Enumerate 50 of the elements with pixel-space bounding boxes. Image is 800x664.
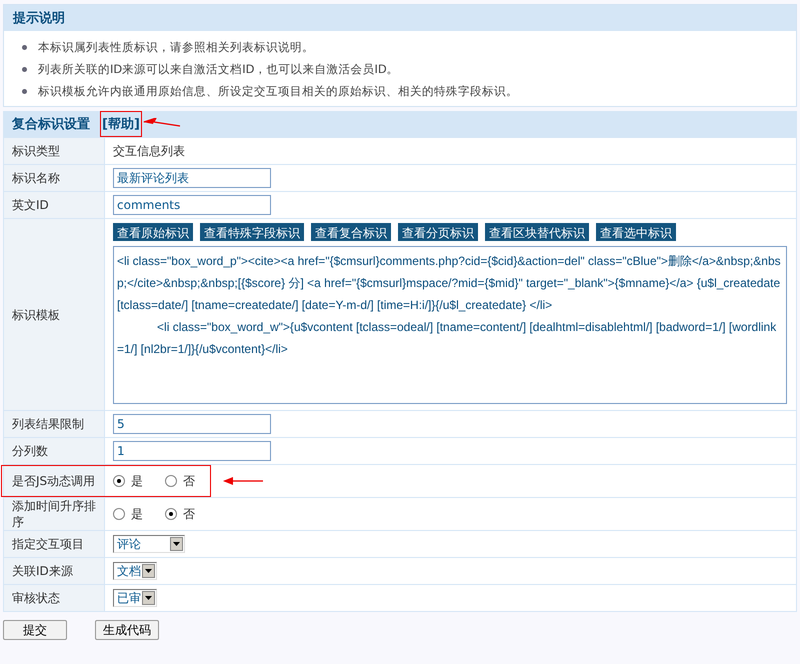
dropdown[interactable]: 已审 [113, 589, 157, 607]
help-link[interactable]: [帮助] [102, 117, 140, 132]
row-label: 指定交互项目 [4, 530, 104, 558]
caret-icon [142, 591, 155, 605]
view-tag-button[interactable]: 查看分页标识 [398, 223, 478, 241]
annotation-arrow [223, 476, 263, 486]
radio-label: 是 [131, 472, 143, 490]
row-label: 英文ID [4, 192, 104, 218]
input-field[interactable]: 1 [113, 441, 271, 461]
radio-label: 否 [183, 506, 195, 522]
row-label: 添加时间升序排序 [4, 498, 104, 530]
dropdown[interactable]: 评论 [113, 535, 185, 553]
row-label: 列表结果限制 [4, 410, 104, 438]
bullet-icon [22, 66, 27, 72]
form-button[interactable]: 生成代码 [95, 620, 159, 640]
input-field[interactable]: 最新评论列表 [113, 168, 271, 188]
field-value: 交互信息列表 [113, 144, 185, 158]
view-tag-button[interactable]: 查看区块替代标识 [485, 223, 589, 241]
template-field[interactable]: <li class="box_word_p"><cite><a href="{$cmsurl}comments.php?cid={$cid}&action=del" class="cBlue">删除</a>&nbsp;&nbsp;</cite>&nbsp;&nbsp;[{$score} 分] <a href="{$cmsurl}mspace/?mid={$mid}" target="_blank">{$mname}</a> {u$l_createdate [tclass=date/] [tname=createdate/] [date=Y-m-d/] [time=H:i/]}{/u$l_createdate} </li> <li class="box_word_w">{u$vcontent [tclass=odeal/] [tname=content/] [dealhtml=disablehtml/] [badword=1/] [wordlink=1/] [nl2br=1/]}{/u$vcontent}</li> [113, 246, 787, 404]
bullet-icon [22, 44, 27, 50]
row-label: 标识类型 [4, 138, 104, 164]
dropdown[interactable]: 文档 [113, 562, 157, 580]
radio-label: 否 [183, 472, 195, 490]
view-tag-button[interactable]: 查看原始标识 [113, 223, 193, 241]
row-label: 审核状态 [4, 584, 104, 612]
caret-icon [170, 537, 183, 551]
row-label: 标识模板 [4, 218, 104, 410]
input-field[interactable]: 5 [113, 414, 271, 434]
form-button[interactable]: 提交 [3, 620, 67, 640]
radio-button[interactable] [165, 508, 177, 520]
input-field[interactable]: comments [113, 195, 271, 215]
row-label: 关联ID来源 [4, 558, 104, 584]
view-tag-button[interactable]: 查看选中标识 [596, 223, 676, 241]
caret-icon [142, 564, 155, 578]
radio-button[interactable] [113, 508, 125, 520]
row-label: 是否JS动态调用 [4, 464, 104, 498]
notice-text: 列表所关联的ID来源可以来自激活文档ID，也可以来自激活会员ID。 [38, 62, 399, 76]
section-title: 提示说明 [13, 10, 65, 27]
annotation-arrow [142, 118, 182, 128]
view-tag-button[interactable]: 查看复合标识 [311, 223, 391, 241]
notice-text: 标识模板允许内嵌通用原始信息、所设定交互项目相关的原始标识、相关的特殊字段标识。 [38, 84, 518, 98]
view-tag-button[interactable]: 查看特殊字段标识 [200, 223, 304, 241]
row-label: 分列数 [4, 438, 104, 464]
section-title: 复合标识设置 [12, 116, 90, 133]
radio-button[interactable] [165, 475, 177, 487]
radio-label: 是 [131, 506, 143, 522]
notice-text: 本标识属列表性质标识，请参照相关列表标识说明。 [38, 40, 314, 54]
radio-button[interactable] [113, 475, 125, 487]
row-label: 标识名称 [4, 164, 104, 192]
bullet-icon [22, 88, 27, 94]
